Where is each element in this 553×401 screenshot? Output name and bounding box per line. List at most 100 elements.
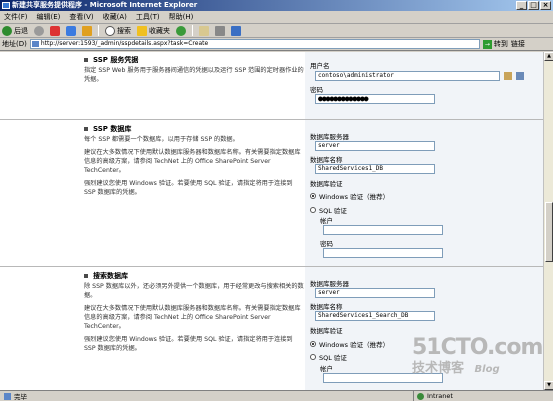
- section-description: 除 SSP 数据库以外，还必须另外提供一个数据库，用于经常更改与搜索相关的数据。…: [84, 282, 304, 353]
- ie-app-icon: [2, 2, 10, 9]
- radio-unselected-icon: [310, 354, 316, 360]
- desc-paragraph: 强烈建议您使用 Windows 验证。若要使用 SQL 验证，请指定将用于连接到…: [84, 180, 293, 196]
- history-icon: [176, 25, 186, 36]
- search-db-name-label: 数据库名称: [310, 303, 343, 311]
- toolbar-separator: [98, 25, 99, 36]
- sql-password-field[interactable]: [323, 248, 443, 258]
- section-description: 每个 SSP 都需要一个数据库，以用于存储 SSP 的数据。 建议在大多数情况下…: [84, 135, 304, 197]
- desc-paragraph: 除 SSP 数据库以外，还必须另外提供一个数据库，用于经常更改与搜索相关的数据。: [84, 283, 304, 299]
- refresh-icon: [66, 25, 76, 36]
- favorites-star-icon: [137, 25, 147, 36]
- history-button[interactable]: [176, 25, 186, 36]
- minimize-button[interactable]: _: [516, 1, 527, 10]
- search-sql-account-label: 帐户: [320, 365, 333, 373]
- go-button[interactable]: → 转到: [482, 39, 508, 49]
- password-label: 密码: [310, 86, 323, 94]
- address-input[interactable]: http://server:1593/_admin/sspdetails.asp…: [29, 39, 480, 49]
- ssp-account-section: SSP 服务凭据 指定 SSP Web 服务用于服务器间通信的凭据以及运行 SS…: [0, 52, 543, 119]
- section-title: SSP 服务凭据: [84, 55, 304, 65]
- vertical-scrollbar[interactable]: ▲ ▼: [543, 52, 553, 390]
- menu-file[interactable]: 文件(F): [4, 12, 28, 22]
- search-button[interactable]: 搜索: [105, 25, 131, 36]
- scroll-thumb[interactable]: [545, 202, 553, 262]
- section-description: 指定 SSP Web 服务用于服务器间通信的凭据以及运行 SSP 范围的定时器作…: [84, 67, 304, 83]
- search-sql-auth-radio[interactable]: SQL 验证: [310, 352, 347, 362]
- edit-icon: [231, 25, 241, 36]
- windows-auth-radio[interactable]: Windows 验证（推荐）: [310, 191, 389, 201]
- status-bar: 完毕 Intranet: [0, 390, 553, 401]
- search-db-server-label: 数据库服务器: [310, 280, 349, 288]
- menu-help[interactable]: 帮助(H): [169, 12, 194, 22]
- window-title: 新建共享服务提供程序 - Microsoft Internet Explorer: [12, 1, 198, 9]
- forward-button[interactable]: [34, 25, 44, 36]
- desc-paragraph: 建议在大多数情况下使用默认数据库服务器和数据库名称。有关需要指定数据库信息的高级…: [84, 305, 301, 330]
- db-name-label: 数据库名称: [310, 156, 343, 164]
- sql-account-field[interactable]: [323, 225, 443, 235]
- back-arrow-icon: [2, 25, 12, 36]
- browse-icon[interactable]: [516, 72, 524, 80]
- sql-account-label: 帐户: [320, 217, 333, 225]
- forward-arrow-icon: [34, 25, 44, 36]
- desc-paragraph: 建议在大多数情况下使用默认数据库服务器和数据库名称。有关需要指定数据库信息的高级…: [84, 149, 301, 174]
- radio-selected-icon: [310, 341, 316, 347]
- radio-unselected-icon: [310, 207, 316, 213]
- menu-favorites[interactable]: 收藏(A): [103, 12, 127, 22]
- home-button[interactable]: [82, 25, 92, 36]
- address-url: http://server:1593/_admin/sspdetails.asp…: [40, 40, 209, 47]
- sql-password-label: 密码: [320, 240, 333, 248]
- radio-selected-icon: [310, 193, 316, 199]
- maximize-button[interactable]: □: [528, 1, 539, 10]
- menu-tools[interactable]: 工具(T): [136, 12, 160, 22]
- db-server-field[interactable]: server: [315, 141, 435, 151]
- scroll-down-arrow-icon[interactable]: ▼: [544, 381, 553, 390]
- username-field[interactable]: contoso\administrator: [315, 71, 500, 81]
- sql-auth-radio[interactable]: SQL 验证: [310, 205, 347, 215]
- intranet-zone-icon: [417, 392, 424, 400]
- search-sql-account-field[interactable]: [323, 373, 443, 383]
- section-title: SSP 数据库: [84, 124, 304, 134]
- stop-icon: [50, 25, 60, 36]
- section-bullet-icon: [84, 274, 88, 278]
- username-label: 用户名: [310, 62, 330, 70]
- menu-view[interactable]: 查看(V): [69, 12, 93, 22]
- edit-button[interactable]: [231, 25, 241, 36]
- window-title-bar: 新建共享服务提供程序 - Microsoft Internet Explorer…: [0, 0, 553, 11]
- mail-button[interactable]: [199, 25, 209, 36]
- search-windows-auth-radio[interactable]: Windows 验证（推荐）: [310, 339, 389, 349]
- links-label[interactable]: 链接: [511, 39, 525, 49]
- scroll-up-arrow-icon[interactable]: ▲: [544, 52, 553, 61]
- search-db-auth-label: 数据库验证: [310, 327, 343, 335]
- db-auth-label: 数据库验证: [310, 180, 343, 188]
- stop-button[interactable]: [50, 25, 60, 36]
- db-name-field[interactable]: SharedServices1_DB: [315, 164, 435, 174]
- favorites-button[interactable]: 收藏夹: [137, 25, 170, 36]
- toolbar-separator: [192, 25, 193, 36]
- print-button[interactable]: [215, 25, 225, 36]
- desc-paragraph: 每个 SSP 都需要一个数据库，以用于存储 SSP 的数据。: [84, 136, 239, 143]
- refresh-button[interactable]: [66, 25, 76, 36]
- back-button[interactable]: 后退: [2, 25, 28, 36]
- address-bar: 地址(D) http://server:1593/_admin/sspdetai…: [0, 38, 553, 51]
- security-zone: Intranet: [413, 391, 553, 401]
- address-label: 地址(D): [2, 40, 27, 48]
- go-arrow-icon: →: [482, 39, 492, 49]
- home-icon: [82, 25, 92, 36]
- desc-paragraph: 强烈建议您使用 Windows 验证。若要使用 SQL 验证，请指定将用于连接到…: [84, 336, 293, 352]
- menu-bar: 文件(F) 编辑(E) 查看(V) 收藏(A) 工具(T) 帮助(H): [0, 11, 553, 24]
- mail-icon: [199, 25, 209, 36]
- close-button[interactable]: ×: [540, 1, 551, 10]
- password-field[interactable]: ●●●●●●●●●●●●●: [315, 94, 435, 104]
- search-database-section: 搜索数据库 除 SSP 数据库以外，还必须另外提供一个数据库，用于经常更改与搜索…: [0, 266, 543, 390]
- toolbar: 后退 搜索 收藏夹: [0, 24, 553, 38]
- search-db-name-field[interactable]: SharedServices1_Search_DB: [315, 311, 435, 321]
- page-icon: [31, 41, 39, 47]
- section-title: 搜索数据库: [84, 271, 304, 281]
- search-icon: [105, 25, 115, 36]
- print-icon: [215, 25, 225, 36]
- page-viewport: SSP 服务凭据 指定 SSP Web 服务用于服务器间通信的凭据以及运行 SS…: [0, 52, 543, 390]
- section-bullet-icon: [84, 127, 88, 131]
- page-done-icon: [4, 392, 11, 400]
- check-names-icon[interactable]: [504, 72, 512, 80]
- search-db-server-field[interactable]: server: [315, 288, 435, 298]
- menu-edit[interactable]: 编辑(E): [37, 12, 61, 22]
